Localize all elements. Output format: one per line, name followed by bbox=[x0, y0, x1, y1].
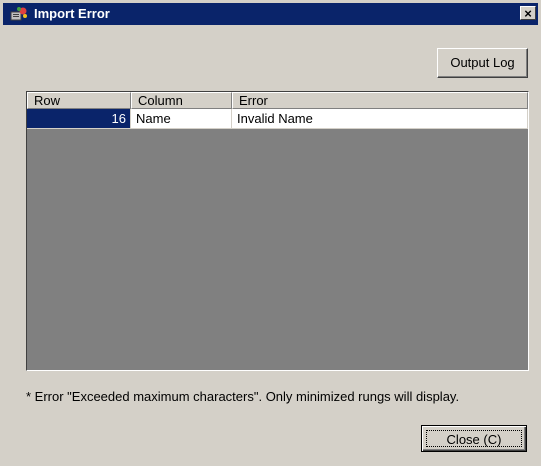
close-button[interactable]: Close (C) bbox=[421, 425, 527, 452]
error-note: * Error "Exceeded maximum characters". O… bbox=[26, 389, 460, 404]
import-error-dialog: Import Error × Output Log Row Column Err… bbox=[0, 0, 541, 466]
error-grid[interactable]: Row Column Error 16 Name Invalid Name bbox=[26, 91, 529, 371]
title-bar[interactable]: Import Error × bbox=[3, 3, 538, 25]
close-icon: × bbox=[524, 6, 532, 21]
window-title: Import Error bbox=[34, 6, 110, 21]
cell-row-number[interactable]: 16 bbox=[27, 109, 131, 129]
close-window-button[interactable]: × bbox=[520, 6, 536, 20]
column-header-error[interactable]: Error bbox=[232, 92, 528, 109]
column-header-row[interactable]: Row bbox=[27, 92, 131, 109]
cell-column-name[interactable]: Name bbox=[131, 109, 232, 129]
import-error-icon bbox=[10, 7, 27, 21]
output-log-button[interactable]: Output Log bbox=[437, 48, 528, 78]
close-button-label: Close (C) bbox=[426, 430, 522, 447]
cell-error-message[interactable]: Invalid Name bbox=[232, 109, 528, 129]
table-row[interactable]: 16 Name Invalid Name bbox=[27, 109, 528, 129]
grid-header: Row Column Error bbox=[27, 92, 528, 109]
column-header-column[interactable]: Column bbox=[131, 92, 232, 109]
